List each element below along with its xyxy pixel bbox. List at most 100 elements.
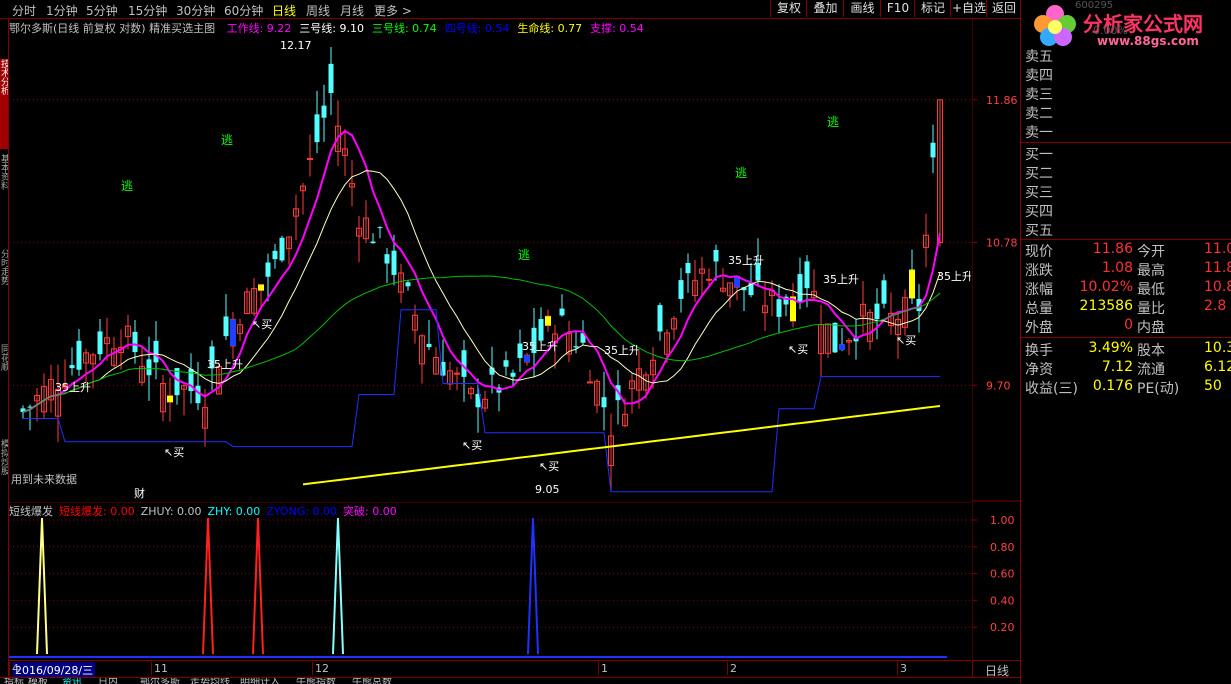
- buy-signal: ↖买: [164, 446, 184, 459]
- current-date: 2016/09/28/三: [13, 662, 96, 678]
- left-tab-3[interactable]: 同花顺: [0, 344, 8, 434]
- kline-canvas[interactable]: 12.179.05逃逃逃逃逃↖买↖买↖买↖买↖买↖买35上升35上升35上升 35…: [9, 19, 973, 501]
- left-tab-1[interactable]: 基本资料: [0, 154, 8, 244]
- candle-body[interactable]: [223, 316, 229, 337]
- candle-body[interactable]: [776, 299, 782, 317]
- stock-code: 600295: [1075, 0, 1114, 11]
- candle-body[interactable]: [377, 227, 383, 229]
- bottom-tab-6[interactable]: 明细计入: [240, 678, 280, 684]
- candle-body[interactable]: [384, 254, 390, 264]
- candle-body[interactable]: [538, 319, 544, 341]
- candle-body[interactable]: [573, 346, 579, 348]
- candle-body[interactable]: [314, 114, 320, 143]
- period-tab-0[interactable]: 分时: [12, 2, 36, 19]
- period-tab-1[interactable]: 1分钟: [46, 2, 78, 19]
- quote-row-7: 收益(三) 0.176 PE(动) 50: [1021, 378, 1231, 397]
- candle-body[interactable]: [881, 280, 887, 304]
- toolbar-button-1[interactable]: 叠加: [806, 0, 844, 17]
- candle-body[interactable]: [307, 158, 313, 161]
- period-tab-3[interactable]: 15分钟: [128, 2, 167, 19]
- candle-body[interactable]: [461, 350, 467, 377]
- candle-body[interactable]: [69, 365, 75, 369]
- left-tab-4[interactable]: 模拟炒股: [0, 439, 8, 529]
- indicator-tick: 0.80: [990, 541, 1015, 554]
- candle-body[interactable]: [97, 331, 103, 355]
- rise-35-label: 35上升: [207, 358, 243, 371]
- indicator-subchart[interactable]: 短线爆发 短线爆发: 0.00 ZHUY: 0.00 ZHY: 0.00 ZYONG: …: [9, 501, 971, 660]
- bottom-tab-4[interactable]: 鄂尔多斯: [140, 678, 180, 684]
- toolbar-button-6[interactable]: 返回: [986, 0, 1021, 17]
- main-kline-chart[interactable]: 12.17 9.05 逃逃逃逃逃 ↖买 ↖买 ↖买 ↖买 ↖买 ↖买 35上升 35上升 35上升 35…: [9, 19, 973, 501]
- candle-body[interactable]: [503, 360, 509, 367]
- period-tab-6[interactable]: 日线: [272, 2, 296, 19]
- candle-body[interactable]: [930, 142, 936, 158]
- period-indicator[interactable]: 日线: [972, 660, 1021, 678]
- quote-row-3: 总量 213586 量比 2.8: [1021, 298, 1231, 317]
- candle-body[interactable]: [587, 381, 593, 384]
- candle-body[interactable]: [153, 340, 159, 363]
- candle-body[interactable]: [370, 241, 376, 244]
- candle-body[interactable]: [559, 308, 565, 316]
- candle-body[interactable]: [678, 280, 684, 299]
- period-tab-9[interactable]: 更多 >: [374, 2, 412, 19]
- spike-signal-blue: [527, 517, 539, 655]
- candle-body[interactable]: [146, 359, 152, 376]
- left-tab-0[interactable]: 技术分析: [0, 59, 8, 149]
- toolbar-button-2[interactable]: 画线: [843, 0, 881, 17]
- bottom-tab-7[interactable]: 牛熊指数: [296, 678, 336, 684]
- period-tab-8[interactable]: 月线: [340, 2, 364, 19]
- toolbar-button-3[interactable]: F10: [880, 0, 915, 17]
- bottom-tab-0[interactable]: 指标: [4, 678, 24, 684]
- main-legend-item-3: 四号线: 0.54: [444, 22, 510, 35]
- candle-body[interactable]: [832, 322, 838, 353]
- indicator-tick: 0.40: [990, 594, 1015, 607]
- bottom-tab-5[interactable]: 走势均线: [190, 678, 230, 684]
- candle-body[interactable]: [454, 372, 460, 375]
- candle-body[interactable]: [510, 372, 516, 377]
- candle-body[interactable]: [391, 250, 397, 275]
- quote-row-0: 现价 11.86 今开 11.0: [1021, 241, 1231, 260]
- signal-bar: [230, 319, 236, 347]
- high-price-label: 12.17: [280, 39, 312, 52]
- bottom-tab-8[interactable]: 牛熊总数: [352, 678, 392, 684]
- toolbar-button-0[interactable]: 复权: [770, 0, 807, 17]
- indicator-canvas[interactable]: [9, 501, 971, 660]
- bottom-tab-1[interactable]: 模板: [28, 678, 48, 684]
- toolbar-button-5[interactable]: +自选: [950, 0, 987, 17]
- candle-body[interactable]: [405, 282, 411, 287]
- month-label-1: 12: [312, 662, 329, 675]
- toolbar-button-4[interactable]: 标记: [914, 0, 951, 17]
- candle-body[interactable]: [713, 249, 719, 262]
- candle-body[interactable]: [328, 63, 334, 93]
- period-tab-2[interactable]: 5分钟: [86, 2, 118, 19]
- candle-body[interactable]: [657, 305, 663, 332]
- candle-body[interactable]: [132, 331, 138, 353]
- main-legend-items: 工作线: 9.22 三号线: 9.10 三号线: 0.74 四号线: 0.54 生命线:…: [219, 22, 644, 35]
- signal-bar: [545, 316, 551, 326]
- period-tab-7[interactable]: 周线: [306, 2, 330, 19]
- bottom-tab-2[interactable]: 资讯: [62, 678, 82, 684]
- candle-body[interactable]: [279, 237, 285, 261]
- candle-body[interactable]: [265, 262, 271, 277]
- candle-body[interactable]: [804, 261, 810, 289]
- quote-label: 收益(三): [1025, 381, 1078, 397]
- period-tab-4[interactable]: 30分钟: [176, 2, 215, 19]
- candle-body[interactable]: [706, 278, 712, 281]
- work-line: [22, 129, 941, 413]
- candle-body[interactable]: [321, 105, 327, 118]
- quote-value: 3.49%: [1088, 340, 1133, 356]
- candle-body[interactable]: [874, 303, 880, 320]
- candle-body[interactable]: [797, 274, 803, 303]
- main-legend-item-4: 生命线: 0.77: [517, 22, 583, 35]
- candle-body[interactable]: [685, 262, 691, 274]
- candle-body[interactable]: [76, 340, 82, 370]
- period-tab-5[interactable]: 60分钟: [224, 2, 263, 19]
- sell-level-4: 卖四: [1025, 68, 1053, 84]
- bottom-tab-3[interactable]: 日内: [98, 678, 118, 684]
- left-tab-2[interactable]: 分时走势: [0, 249, 8, 339]
- candle-body[interactable]: [601, 397, 607, 408]
- escape-signal: 逃: [121, 179, 133, 193]
- month-label-5: 4: [9, 662, 19, 675]
- candle-body[interactable]: [272, 250, 278, 260]
- candle-body[interactable]: [426, 343, 432, 348]
